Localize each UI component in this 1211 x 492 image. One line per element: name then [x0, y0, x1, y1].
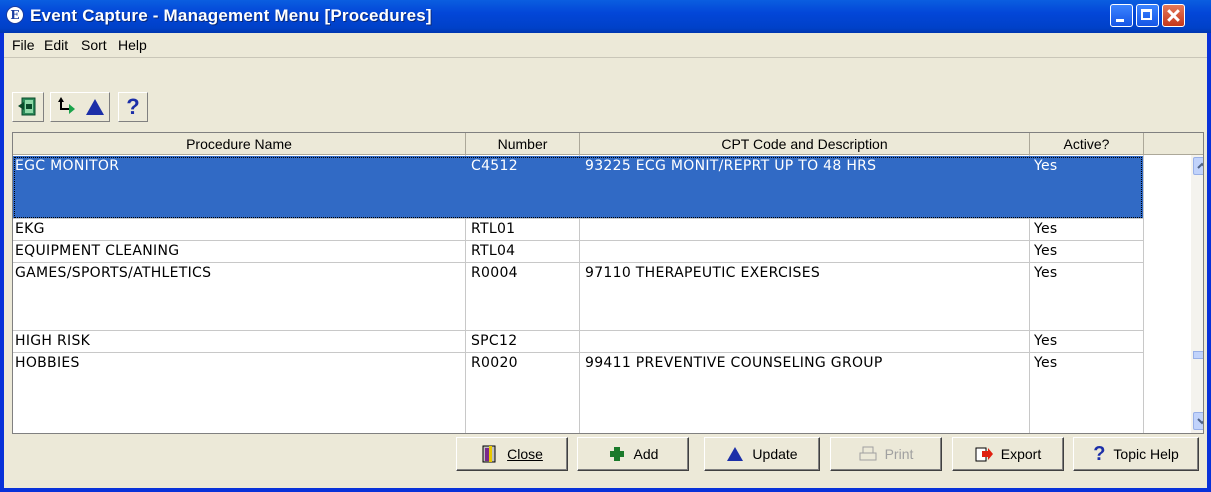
cell-procedure-name: GAMES/SPORTS/ATHLETICS [15, 265, 212, 281]
table-row[interactable]: HOBBIES R0020 99411 PREVENTIVE COUNSELIN… [13, 353, 1143, 433]
cell-active: Yes [1034, 158, 1058, 174]
cell-active: Yes [1034, 355, 1058, 371]
move-up-toolbar-group [50, 92, 110, 122]
cell-procedure-name: EKG [15, 221, 45, 237]
cell-number: RTL04 [471, 243, 516, 259]
column-divider [1143, 155, 1144, 433]
cell-cpt: 99411 PREVENTIVE COUNSELING GROUP [585, 355, 883, 371]
cell-active: Yes [1034, 221, 1058, 237]
export-icon [975, 447, 993, 462]
menu-help[interactable]: Help [118, 37, 147, 53]
update-button-label: Update [752, 446, 798, 462]
menu-edit[interactable]: Edit [44, 37, 68, 53]
table-row-selected[interactable]: EGC MONITOR C4512 93225 ECG MONIT/REPRT … [13, 156, 1143, 219]
cell-active: Yes [1034, 243, 1058, 259]
scroll-thumb[interactable] [1193, 351, 1203, 359]
up-arrow-icon[interactable] [83, 94, 107, 120]
door-icon [482, 445, 496, 463]
cell-number: C4512 [471, 158, 518, 174]
exit-icon [18, 97, 36, 116]
exit-toolbar-button[interactable] [12, 92, 44, 122]
cell-number: R0020 [471, 355, 518, 371]
cell-number: R0004 [471, 265, 518, 281]
column-header-number[interactable]: Number [466, 133, 580, 155]
column-header-cpt-code[interactable]: CPT Code and Description [580, 133, 1030, 155]
maximize-button[interactable] [1136, 4, 1159, 27]
chevron-up-icon [1197, 162, 1203, 169]
topic-help-button[interactable]: ? Topic Help [1073, 437, 1199, 471]
application-window: E Event Capture - Management Menu [Proce… [0, 0, 1211, 492]
vertical-scrollbar[interactable] [1191, 155, 1203, 433]
table-row[interactable]: HIGH RISK SPC12 Yes [13, 331, 1143, 353]
title-bar[interactable]: E Event Capture - Management Menu [Proce… [0, 0, 1211, 33]
window-title: Event Capture - Management Menu [Procedu… [30, 6, 432, 25]
column-header-active[interactable]: Active? [1030, 133, 1144, 155]
help-icon: ? [1093, 442, 1106, 465]
column-header-procedure-name[interactable]: Procedure Name [13, 133, 466, 155]
minimize-button[interactable] [1110, 4, 1133, 27]
close-button[interactable]: Close [456, 437, 568, 471]
print-button-label: Print [884, 446, 914, 462]
plus-icon [609, 447, 624, 461]
cell-procedure-name: HIGH RISK [15, 333, 91, 349]
help-icon: ? [126, 94, 140, 119]
cell-active: Yes [1034, 265, 1058, 281]
close-window-button[interactable] [1162, 4, 1185, 27]
update-button[interactable]: Update [704, 437, 820, 471]
close-button-label: Close [507, 446, 543, 462]
add-button-label: Add [633, 446, 659, 462]
column-header-filler [1144, 133, 1203, 155]
menu-sort[interactable]: Sort [81, 37, 107, 53]
up-arrow-icon [727, 447, 744, 461]
export-button-label: Export [1000, 446, 1042, 462]
app-icon[interactable]: E [6, 6, 24, 24]
printer-icon [859, 446, 877, 461]
cell-cpt: 97110 THERAPEUTIC EXERCISES [585, 265, 821, 281]
cell-number: RTL01 [471, 221, 516, 237]
cell-procedure-name: EQUIPMENT CLEANING [15, 243, 180, 259]
table-row[interactable]: GAMES/SPORTS/ATHLETICS R0004 97110 THERA… [13, 263, 1143, 331]
add-button[interactable]: Add [577, 437, 689, 471]
help-toolbar-button[interactable]: ? [118, 92, 148, 122]
cell-cpt: 93225 ECG MONIT/REPRT UP TO 48 HRS [585, 158, 877, 174]
menu-bar: File Edit Sort Help [4, 33, 1207, 58]
cell-procedure-name: EGC MONITOR [15, 158, 120, 174]
print-button[interactable]: Print [830, 437, 942, 471]
menu-file[interactable]: File [12, 37, 35, 53]
cell-procedure-name: HOBBIES [15, 355, 80, 371]
export-button[interactable]: Export [952, 437, 1064, 471]
cell-number: SPC12 [471, 333, 518, 349]
table-row[interactable]: EQUIPMENT CLEANING RTL04 Yes [13, 241, 1143, 263]
move-to-icon[interactable] [53, 94, 79, 120]
table-row[interactable]: EKG RTL01 Yes [13, 219, 1143, 241]
procedures-grid[interactable]: Procedure Name Number CPT Code and Descr… [12, 132, 1204, 434]
chevron-down-icon [1197, 418, 1203, 425]
scroll-up-button[interactable] [1193, 157, 1203, 175]
scroll-down-button[interactable] [1193, 412, 1203, 430]
cell-active: Yes [1034, 333, 1058, 349]
topic-help-button-label: Topic Help [1113, 446, 1179, 462]
